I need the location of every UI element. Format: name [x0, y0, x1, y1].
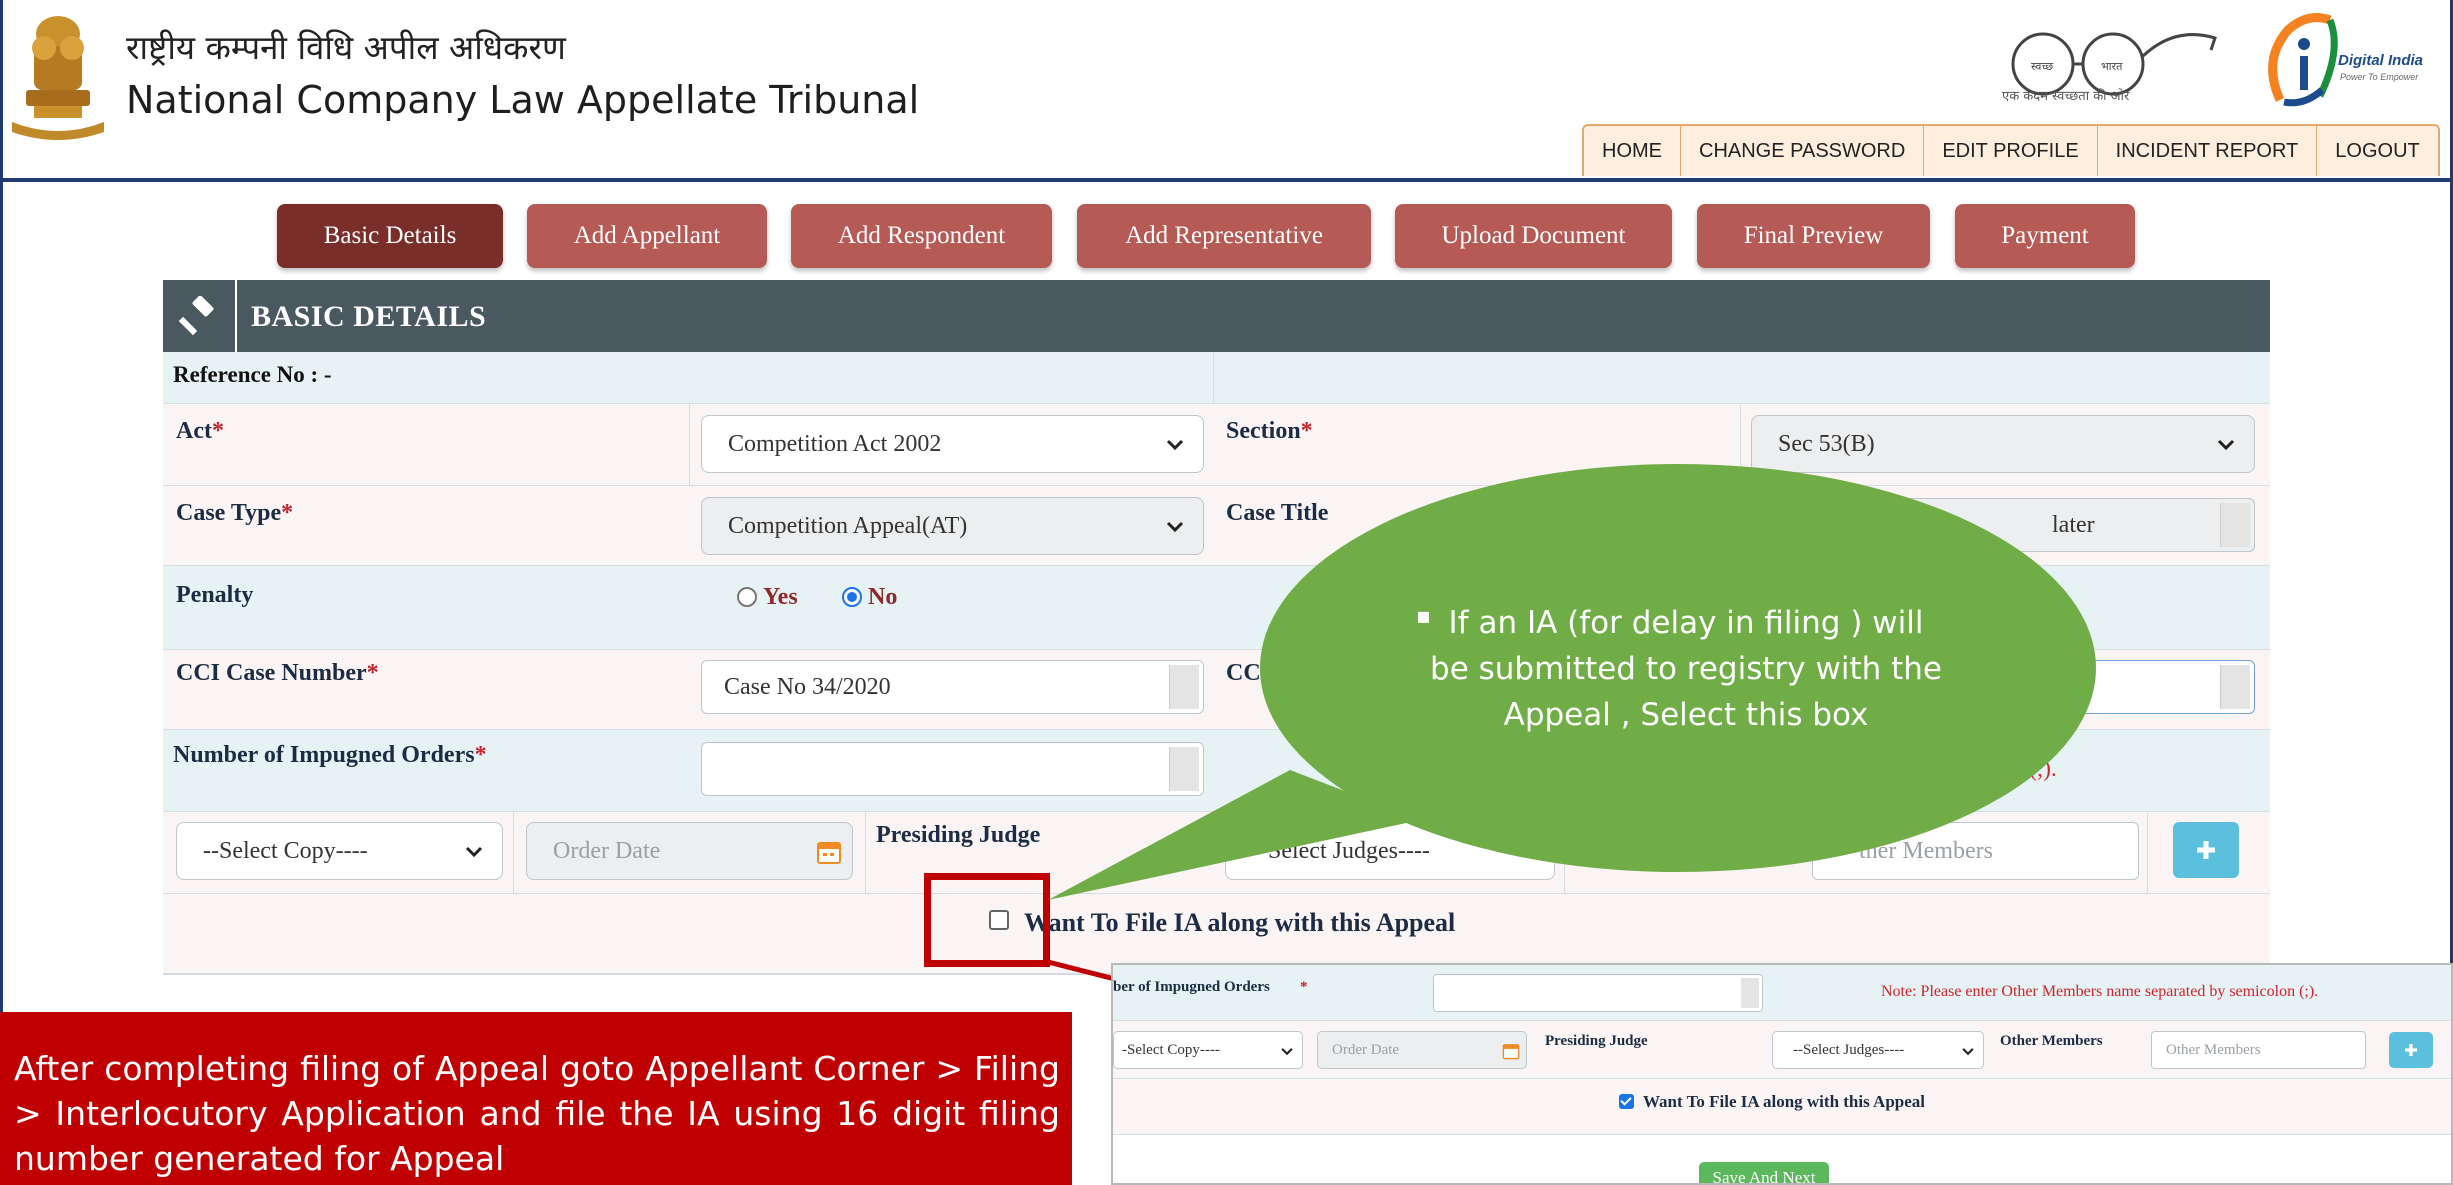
act-select[interactable]: Competition Act 2002	[701, 415, 1204, 473]
inset-impugned-label: ber of Impugned Orders	[1113, 979, 1270, 995]
spinner-control[interactable]	[1169, 747, 1199, 791]
column-divider	[513, 812, 514, 894]
impugned-orders-field[interactable]	[701, 742, 1204, 796]
calendar-icon[interactable]	[1502, 1042, 1520, 1060]
inset-add-member-button[interactable]	[2389, 1032, 2433, 1068]
penalty-label: Penalty	[176, 582, 254, 608]
inset-want-ia-label: Want To File IA along with this Appeal	[1643, 1092, 1925, 1111]
reference-number: Reference No : -	[173, 362, 332, 387]
inset-want-ia-checkbox[interactable]	[1619, 1094, 1634, 1109]
column-divider	[1564, 812, 1565, 894]
inset-impugned-field[interactable]	[1433, 974, 1763, 1012]
penalty-yes-radio[interactable]	[737, 587, 757, 607]
panel-title: BASIC DETAILS	[251, 300, 487, 333]
calendar-icon[interactable]	[816, 839, 842, 865]
inset-other-members-label: Other Members	[2000, 1033, 2103, 1049]
case-title-label: Case Title	[1226, 500, 1329, 526]
case-type-select[interactable]: Competition Appeal(AT)	[701, 497, 1204, 555]
spinner-control[interactable]	[1741, 978, 1759, 1008]
chevron-down-icon	[1281, 1048, 1293, 1056]
chevron-down-icon	[1962, 1048, 1974, 1056]
section-select[interactable]: Sec 53(B)	[1751, 415, 2255, 473]
want-ia-label: Want To File IA along with this Appeal	[1024, 908, 1456, 937]
plus-icon	[2405, 1044, 2417, 1056]
penalty-no-label: No	[868, 584, 898, 610]
add-member-button[interactable]	[2173, 822, 2239, 878]
case-title-field[interactable]: later	[1751, 498, 2255, 552]
select-copy-dropdown[interactable]: --Select Copy----	[176, 822, 503, 880]
chevron-down-icon	[1166, 521, 1184, 533]
column-divider	[865, 812, 866, 894]
order-date-field[interactable]: Order Date	[526, 822, 853, 880]
gavel-icon	[163, 280, 237, 352]
penalty-row	[163, 566, 2270, 650]
inset-note: Note: Please enter Other Members name se…	[1881, 983, 2319, 1000]
inset-order-date[interactable]: Order Date	[1317, 1031, 1527, 1069]
bubble-text: If an IA (for delay in filing ) will be …	[1430, 605, 1942, 733]
note-fragment: n (;).	[2012, 756, 2057, 781]
other-members-field[interactable]: ther Members	[1812, 822, 2139, 880]
chevron-down-icon	[465, 846, 483, 858]
save-and-next-button[interactable]: Save And Next	[1699, 1162, 1829, 1183]
inset-screenshot: ber of Impugned Orders * Note: Please en…	[1111, 963, 2453, 1185]
plus-icon	[2197, 841, 2215, 859]
chevron-down-icon	[2217, 439, 2235, 451]
step-add-appellant[interactable]: Add Appellant	[527, 204, 767, 268]
act-label: Act*	[176, 418, 224, 444]
inset-select-judges[interactable]: --Select Judges----	[1772, 1031, 1984, 1069]
step-payment[interactable]: Payment	[1955, 204, 2135, 268]
spinner-control[interactable]	[2220, 665, 2250, 709]
inset-presiding-judge-label: Presiding Judge	[1545, 1033, 1648, 1049]
cci-case-number-label: CCI Case Number*	[176, 660, 379, 686]
inset-other-members-field[interactable]: Other Members	[2151, 1031, 2366, 1069]
select-judges-dropdown[interactable]: --Select Judges----	[1225, 822, 1555, 880]
inset-required-mark: *	[1300, 979, 1308, 995]
penalty-no-radio[interactable]	[842, 587, 862, 607]
step-add-respondent[interactable]: Add Respondent	[791, 204, 1052, 268]
step-final-preview[interactable]: Final Preview	[1697, 204, 1930, 268]
reference-row	[163, 352, 2270, 404]
highlight-box	[924, 873, 1050, 967]
chevron-down-icon	[1166, 439, 1184, 451]
cci-case-number-field[interactable]: Case No 34/2020	[701, 660, 1204, 714]
step-basic-details[interactable]: Basic Details	[277, 204, 503, 268]
spinner-control[interactable]	[1169, 665, 1199, 709]
step-upload-document[interactable]: Upload Document	[1395, 204, 1672, 268]
section-label: Section*	[1226, 418, 1313, 444]
presiding-judge-label: Presiding Judge	[876, 822, 1041, 848]
cci-second-label: CC	[1226, 660, 1261, 686]
spinner-control[interactable]	[2220, 503, 2250, 547]
impugned-orders-label: Number of Impugned Orders*	[173, 742, 487, 768]
step-add-representative[interactable]: Add Representative	[1077, 204, 1371, 268]
instruction-callout: After completing filing of Appeal goto A…	[0, 1012, 1072, 1185]
panel-header: BASIC DETAILS	[163, 280, 2270, 352]
inset-select-copy[interactable]: -Select Copy----	[1113, 1031, 1303, 1069]
column-divider	[2147, 812, 2148, 894]
penalty-yes-label: Yes	[763, 584, 798, 610]
case-type-label: Case Type*	[176, 500, 294, 526]
